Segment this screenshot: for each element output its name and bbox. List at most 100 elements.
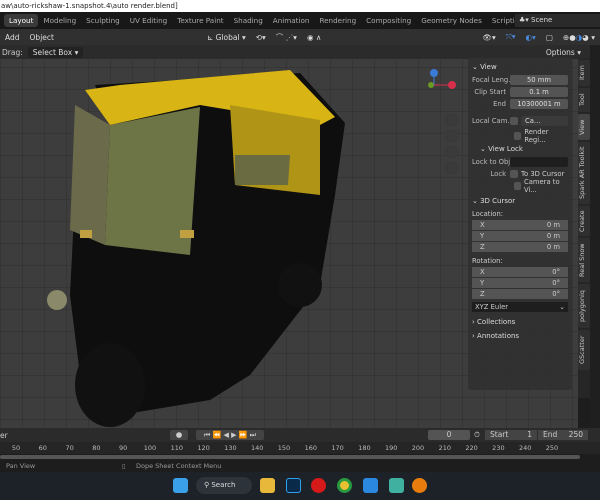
tab-rendering[interactable]: Rendering xyxy=(314,14,361,27)
overlay-icon[interactable]: ◐▾ xyxy=(521,33,541,42)
proportional-edit-icon[interactable]: ◉ ∧ xyxy=(302,33,326,42)
location-y[interactable]: Y 0 m xyxy=(472,231,568,241)
record-button[interactable]: ● xyxy=(170,430,188,440)
camera-to-view-label: Camera to Vi... xyxy=(523,177,560,194)
start-value: 1 xyxy=(527,430,532,439)
window-title: aw\auto-rickshaw-1.snapshot.4\auto rende… xyxy=(0,0,600,12)
collections-header[interactable]: › Collections xyxy=(472,315,568,329)
viewport-header: Add Object ⊾ Global ▾ ⟲▾ ⌒ ⋰▾ ◉ ∧ 👁▾ ⤧▾ … xyxy=(0,29,600,45)
sidebar-tab-create[interactable]: Create xyxy=(578,206,590,236)
status-context-menu: Dope Sheet Context Menu xyxy=(136,462,222,470)
blender-icon[interactable] xyxy=(412,478,427,493)
start-frame-field[interactable]: Start 1 xyxy=(485,430,537,440)
clip-start-field[interactable]: 0.1 m xyxy=(510,86,568,97)
tab-modeling[interactable]: Modeling xyxy=(38,14,81,27)
camera-icon[interactable] xyxy=(444,145,458,159)
location-z[interactable]: Z 0 m xyxy=(472,242,568,252)
focal-length-field[interactable]: 50 mm xyxy=(510,74,568,85)
location-x[interactable]: X 0 m xyxy=(472,220,568,230)
lock-to-object-label: Lock to Obj xyxy=(472,157,510,166)
view-section-header[interactable]: ⌄ View xyxy=(472,60,568,74)
sidebar-tab-item[interactable]: Item xyxy=(578,60,590,86)
timeline-tick: 140 xyxy=(250,444,264,452)
local-camera-checkbox[interactable] xyxy=(510,116,518,125)
windows-start-icon[interactable] xyxy=(173,478,188,493)
to-3d-cursor-label: To 3D Cursor xyxy=(521,169,565,178)
gizmo-icon[interactable]: ⤧▾ xyxy=(501,32,521,42)
app-icon[interactable] xyxy=(363,478,378,493)
sidebar-tab-view[interactable]: View xyxy=(578,114,590,140)
view-lock-header[interactable]: ⌄ View Lock xyxy=(472,142,568,156)
timeline-ruler[interactable]: 50 60 70 80 90 100 110 120 130 140 150 160 170 180 190… xyxy=(0,442,600,454)
add-menu[interactable]: Add xyxy=(0,33,25,42)
rotation-y[interactable]: Y 0° xyxy=(472,278,568,288)
visibility-icon[interactable]: 👁▾ xyxy=(477,33,500,42)
tab-sculpting[interactable]: Sculpting xyxy=(81,14,125,27)
sidebar-tabs: Item Tool View Spark AR Toolkit Create R… xyxy=(578,58,590,398)
render-region-checkbox[interactable] xyxy=(514,131,522,140)
object-menu[interactable]: Object xyxy=(25,33,59,42)
sidebar-tab-polygoniq[interactable]: polygoniq xyxy=(578,284,590,328)
tab-uv-editing[interactable]: UV Editing xyxy=(125,14,173,27)
clip-end-label: End xyxy=(493,99,506,108)
drag-dropdown[interactable]: Select Box ▾ xyxy=(27,46,84,58)
rotation-mode-value: XYZ Euler xyxy=(475,303,509,311)
tab-layout[interactable]: Layout xyxy=(4,14,39,27)
chrome-icon[interactable] xyxy=(337,478,352,493)
search-label: Search xyxy=(211,481,236,489)
timeline-tick: 200 xyxy=(411,444,425,452)
end-frame-field[interactable]: End 250 xyxy=(538,430,588,440)
to-3d-cursor-checkbox[interactable] xyxy=(510,169,518,178)
scene-name: Scene xyxy=(531,16,553,24)
timeline-tick: 90 xyxy=(119,444,128,452)
lock-to-object-field[interactable] xyxy=(510,156,568,167)
timeline-tick: 120 xyxy=(197,444,210,452)
local-camera-field[interactable]: Ca... xyxy=(521,115,568,126)
file-explorer-icon[interactable] xyxy=(260,478,275,493)
taskbar-search[interactable]: ⚲ Search xyxy=(196,477,252,494)
scene-icon: ♣▾ xyxy=(519,16,532,24)
tab-animation[interactable]: Animation xyxy=(268,14,315,27)
tab-compositing[interactable]: Compositing xyxy=(361,14,416,27)
playback-controls[interactable]: ⏮ ⏪ ◀ ▶ ⏩ ⏭ xyxy=(196,430,264,440)
tab-shading[interactable]: Shading xyxy=(229,14,268,27)
timeline-tick: 50 xyxy=(11,444,21,452)
3ds-app-icon[interactable] xyxy=(389,478,404,493)
orientation-dropdown[interactable]: ⊾ Global ▾ xyxy=(202,33,251,42)
zoom-icon[interactable] xyxy=(444,113,458,127)
axis-label: Y xyxy=(480,279,485,287)
photoshop-icon[interactable] xyxy=(286,478,301,493)
clip-end-field[interactable]: 10300001 m xyxy=(510,98,568,109)
camera-to-view-checkbox[interactable] xyxy=(514,181,521,190)
rotation-mode-dropdown[interactable]: XYZ Euler ⌄ xyxy=(472,302,568,312)
rotation-label: Rotation: xyxy=(472,256,503,265)
3d-cursor-header[interactable]: ⌄ 3D Cursor xyxy=(472,194,568,208)
scene-selector[interactable]: ♣▾ Scene xyxy=(515,14,600,27)
pan-hand-icon[interactable] xyxy=(444,129,458,143)
pivot-icon[interactable]: ⟲▾ xyxy=(251,33,271,42)
xray-icon[interactable]: ▢ xyxy=(541,33,558,42)
tab-geometry-nodes[interactable]: Geometry Nodes xyxy=(416,14,487,27)
timeline-tick: 80 xyxy=(92,444,101,452)
opera-icon[interactable] xyxy=(311,478,326,493)
timeline-tick: 190 xyxy=(384,444,398,452)
sidebar-tab-spark-ar[interactable]: Spark AR Toolkit xyxy=(578,142,590,204)
sidebar-tab-real-snow[interactable]: Real Snow xyxy=(578,238,590,282)
current-frame-field[interactable]: 0 xyxy=(428,430,470,440)
navigation-gizmo[interactable] xyxy=(428,67,458,97)
options-dropdown[interactable]: Options ▾ xyxy=(540,46,586,58)
rotation-x[interactable]: X 0° xyxy=(472,267,568,277)
workspace-tabs: Layout Modeling Sculpting UV Editing Tex… xyxy=(0,12,600,29)
rotation-z[interactable]: Z 0° xyxy=(472,289,568,299)
focal-length-label: Focal Leng... xyxy=(472,75,510,84)
lock-label: Lock xyxy=(490,169,507,178)
sidebar-tab-gscatter[interactable]: GScatter xyxy=(578,330,590,370)
axis-label: Z xyxy=(480,243,485,251)
snap-icon[interactable]: ⌒ ⋰▾ xyxy=(271,32,302,43)
stopwatch-icon[interactable]: ⏱ xyxy=(474,430,480,440)
sidebar-tab-tool[interactable]: Tool xyxy=(578,88,590,112)
tab-texture-paint[interactable]: Texture Paint xyxy=(172,14,228,27)
shading-modes-icon[interactable]: ⊕●◑◕ ▾ xyxy=(558,33,600,42)
annotations-header[interactable]: › Annotations xyxy=(472,329,568,343)
perspective-grid-icon[interactable] xyxy=(444,161,458,175)
